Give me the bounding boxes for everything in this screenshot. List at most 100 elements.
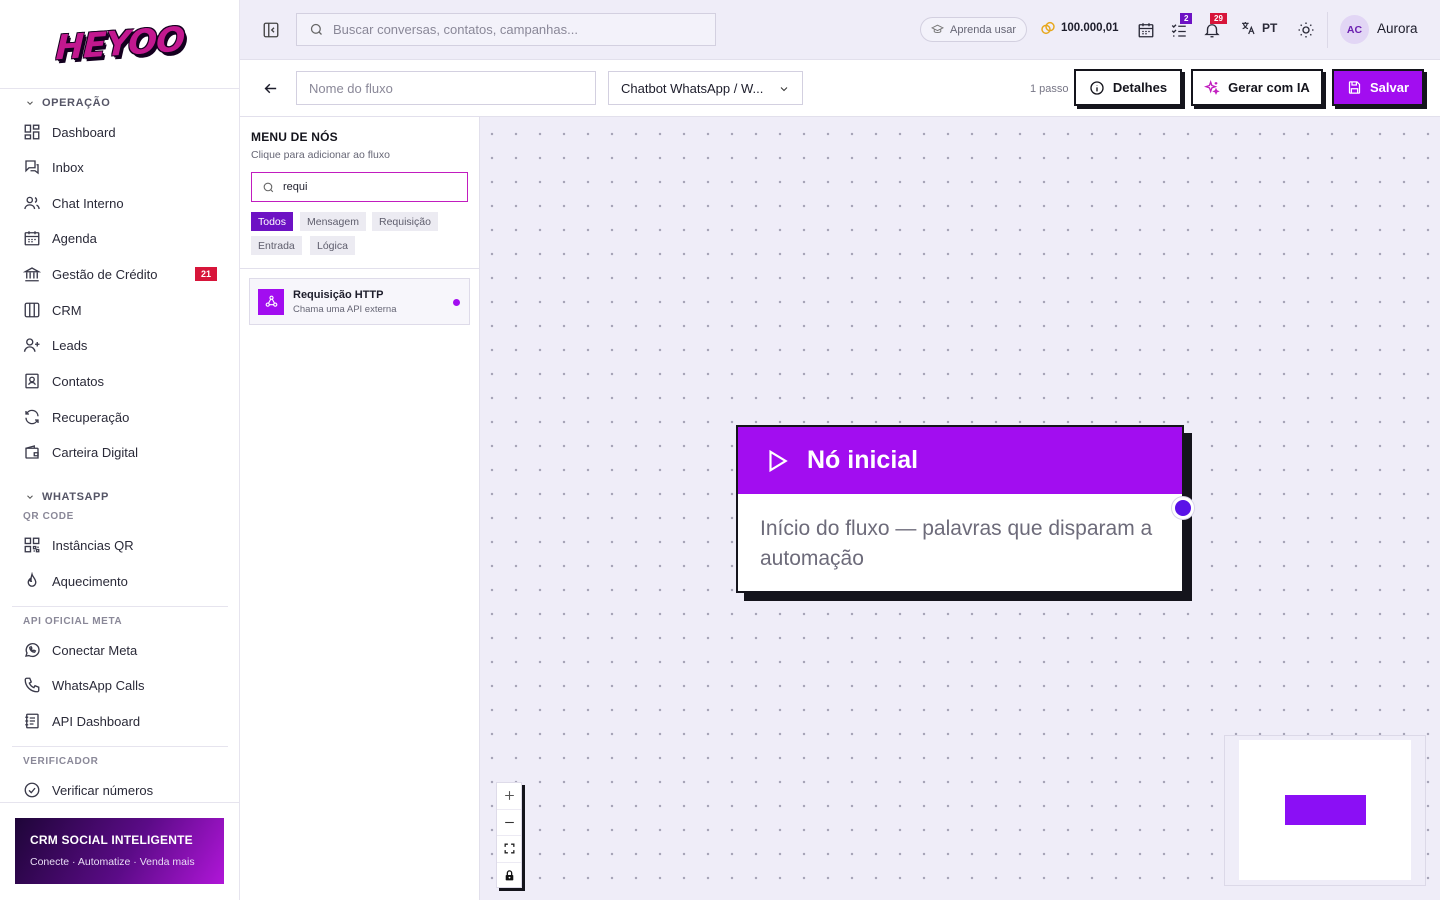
- arrow-left-icon[interactable]: [262, 80, 279, 97]
- zoom-controls: [496, 782, 522, 888]
- sidebar-item-dashboard[interactable]: Dashboard: [12, 115, 228, 149]
- start-node-description: Início do fluxo — palavras que disparam …: [760, 517, 1153, 570]
- graduation-cap-icon: [931, 24, 944, 33]
- sidebar-item-aquecimento[interactable]: Aquecimento: [12, 564, 228, 598]
- sidebar-item-label: Dashboard: [52, 124, 116, 140]
- zoom-in-button[interactable]: [497, 783, 521, 810]
- sidebar-item-conectar-meta[interactable]: Conectar Meta: [12, 633, 228, 667]
- info-icon: [1090, 80, 1104, 95]
- minus-icon: [504, 821, 514, 823]
- sun-icon[interactable]: [1297, 21, 1315, 39]
- calendar-icon: [24, 231, 40, 246]
- generate-ai-button[interactable]: Gerar com IA: [1191, 69, 1323, 106]
- sidebar-item-api-dashboard[interactable]: API Dashboard: [12, 704, 228, 738]
- start-node-header: Nó inicial: [738, 427, 1182, 494]
- top-bar: Aprenda usar 100.000,01 2 29 PT AC Auror…: [240, 0, 1440, 60]
- sidebar-item-label: Instâncias QR: [52, 537, 134, 553]
- chevron-down-icon: [780, 87, 788, 92]
- sidebar-item-instancias-qr[interactable]: Instâncias QR: [12, 528, 228, 562]
- topbar-separator: [1327, 12, 1328, 48]
- promo-banner[interactable]: CRM SOCIAL INTELIGENTE Conecte · Automat…: [15, 818, 224, 884]
- learn-label: Aprenda usar: [950, 23, 1017, 36]
- refresh-icon: [25, 409, 39, 425]
- dashboard-icon: [24, 124, 40, 140]
- flow-name-input[interactable]: [296, 71, 596, 105]
- wallet-icon: [25, 445, 39, 459]
- filter-chip-todos[interactable]: Todos: [251, 212, 294, 231]
- sidebar-item-label: CRM: [52, 302, 82, 318]
- sidebar-item-label: Recuperação: [52, 409, 130, 425]
- global-search-input[interactable]: [333, 22, 693, 37]
- lock-button[interactable]: [497, 863, 521, 890]
- sidebar-item-crm[interactable]: CRM: [12, 293, 228, 327]
- sidebar-item-agenda[interactable]: Agenda: [12, 221, 228, 255]
- filter-chip-mensagem[interactable]: Mensagem: [300, 212, 366, 231]
- details-button[interactable]: Detalhes: [1074, 69, 1182, 106]
- translate-icon: [1242, 22, 1255, 35]
- plus-icon: [504, 791, 514, 801]
- section-divider: [12, 606, 228, 607]
- sidebar-item-label: Gestão de Crédito: [52, 266, 158, 282]
- sidebar-item-contatos[interactable]: Contatos: [12, 364, 228, 398]
- sidebar-item-label: Carteira Digital: [52, 444, 138, 460]
- section-whatsapp[interactable]: WHATSAPP: [25, 491, 109, 503]
- logo-area: HEYOO: [0, 0, 239, 89]
- sidebar-item-recuperacao[interactable]: Recuperação: [12, 400, 228, 434]
- flow-canvas[interactable]: Nó inicial Início do fluxo — palavras qu…: [480, 117, 1440, 900]
- sidebar-item-label: Inbox: [52, 159, 84, 175]
- node-option-http-request[interactable]: Requisição HTTP Chama uma API externa: [249, 278, 470, 325]
- save-button[interactable]: Salvar: [1332, 69, 1424, 106]
- sidebar-item-carteira[interactable]: Carteira Digital: [12, 435, 228, 469]
- promo-title: CRM SOCIAL INTELIGENTE: [30, 833, 193, 847]
- sidebar-item-label: Leads: [52, 337, 88, 353]
- node-option-title: Requisição HTTP: [293, 288, 384, 301]
- credit-badge: 21: [194, 267, 217, 281]
- section-operacao[interactable]: OPERAÇÃO: [25, 97, 110, 109]
- start-node-output-handle[interactable]: [1172, 497, 1194, 519]
- filter-chip-entrada[interactable]: Entrada: [251, 236, 302, 255]
- flow-type-value: Chatbot WhatsApp / W...: [621, 80, 764, 96]
- sidebar-item-leads[interactable]: Leads: [12, 328, 228, 362]
- brand-logo[interactable]: HEYOO: [55, 20, 185, 69]
- learn-button[interactable]: Aprenda usar: [920, 17, 1028, 42]
- sidebar-item-chat-interno[interactable]: Chat Interno: [12, 186, 228, 220]
- flow-toolbar: Chatbot WhatsApp / W... 1 passo Detalhes…: [240, 60, 1440, 117]
- inbox-icon: [25, 160, 39, 175]
- calendar-icon[interactable]: [1137, 21, 1155, 39]
- notifications-badge: 29: [1210, 13, 1227, 24]
- users-icon: [24, 196, 40, 210]
- sparkles-icon: [1204, 79, 1220, 95]
- sidebar-item-label: Chat Interno: [52, 195, 124, 211]
- sidebar-item-inbox[interactable]: Inbox: [12, 150, 228, 184]
- sidebar-item-verificar-numeros[interactable]: Verificar números: [12, 773, 228, 802]
- node-search[interactable]: [251, 172, 468, 202]
- columns-icon: [24, 302, 40, 318]
- sidebar-item-label: Aquecimento: [52, 573, 128, 589]
- node-option-dot: [453, 299, 460, 306]
- webhook-icon: [265, 295, 277, 307]
- zoom-out-button[interactable]: [497, 810, 521, 836]
- language-switcher[interactable]: PT: [1240, 20, 1277, 36]
- credits-balance[interactable]: 100.000,01: [1040, 20, 1119, 36]
- phone-icon: [24, 677, 40, 693]
- filter-chip-logica[interactable]: Lógica: [310, 236, 355, 255]
- coins-icon: [1041, 21, 1055, 35]
- sidebar-collapse-icon[interactable]: [262, 21, 280, 39]
- fit-view-button[interactable]: [497, 836, 521, 863]
- start-node[interactable]: Nó inicial Início do fluxo — palavras qu…: [736, 425, 1184, 593]
- sidebar-item-label: WhatsApp Calls: [52, 677, 145, 693]
- sidebar-item-whatsapp-calls[interactable]: WhatsApp Calls: [12, 668, 228, 702]
- node-search-input[interactable]: [283, 181, 453, 193]
- flow-type-select[interactable]: Chatbot WhatsApp / W...: [608, 71, 803, 105]
- global-search[interactable]: [296, 13, 716, 46]
- filter-chip-requisicao[interactable]: Requisição: [372, 212, 438, 231]
- search-icon: [310, 23, 322, 35]
- minimap[interactable]: [1224, 735, 1426, 886]
- node-option-icon-box: [258, 288, 284, 315]
- user-name[interactable]: Aurora: [1377, 21, 1418, 36]
- steps-count: 1 passo: [1030, 83, 1069, 95]
- sidebar-item-gestao-credito[interactable]: Gestão de Crédito 21: [12, 257, 228, 291]
- sidebar-item-label: API Dashboard: [52, 713, 141, 729]
- user-plus-icon: [23, 338, 40, 352]
- avatar[interactable]: AC: [1340, 15, 1369, 44]
